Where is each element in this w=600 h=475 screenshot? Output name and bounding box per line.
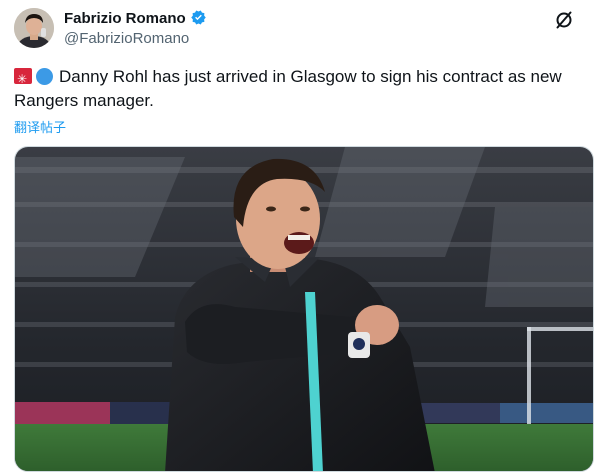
tweet-text: Danny Rohl has just arrived in Glasgow t…: [14, 67, 562, 110]
translate-post-link[interactable]: 翻译帖子: [14, 117, 66, 136]
tweet-card: Fabrizio Romano @FabrizioRomano Danny Ro…: [0, 0, 600, 475]
author-display-name[interactable]: Fabrizio Romano: [64, 10, 186, 27]
photo-manager-celebrating: [15, 147, 593, 471]
author-name-row[interactable]: Fabrizio Romano: [64, 9, 207, 28]
flag-icon: [14, 67, 32, 91]
tweet-media-photo[interactable]: [14, 146, 594, 472]
author-avatar[interactable]: [14, 8, 54, 48]
author-handle[interactable]: @FabrizioRomano: [64, 30, 189, 48]
grok-icon[interactable]: [554, 10, 574, 30]
verified-badge-icon: [190, 10, 206, 25]
tweet-text-block: Danny Rohl has just arrived in Glasgow t…: [14, 65, 589, 113]
blue-circle-icon: [36, 68, 53, 85]
